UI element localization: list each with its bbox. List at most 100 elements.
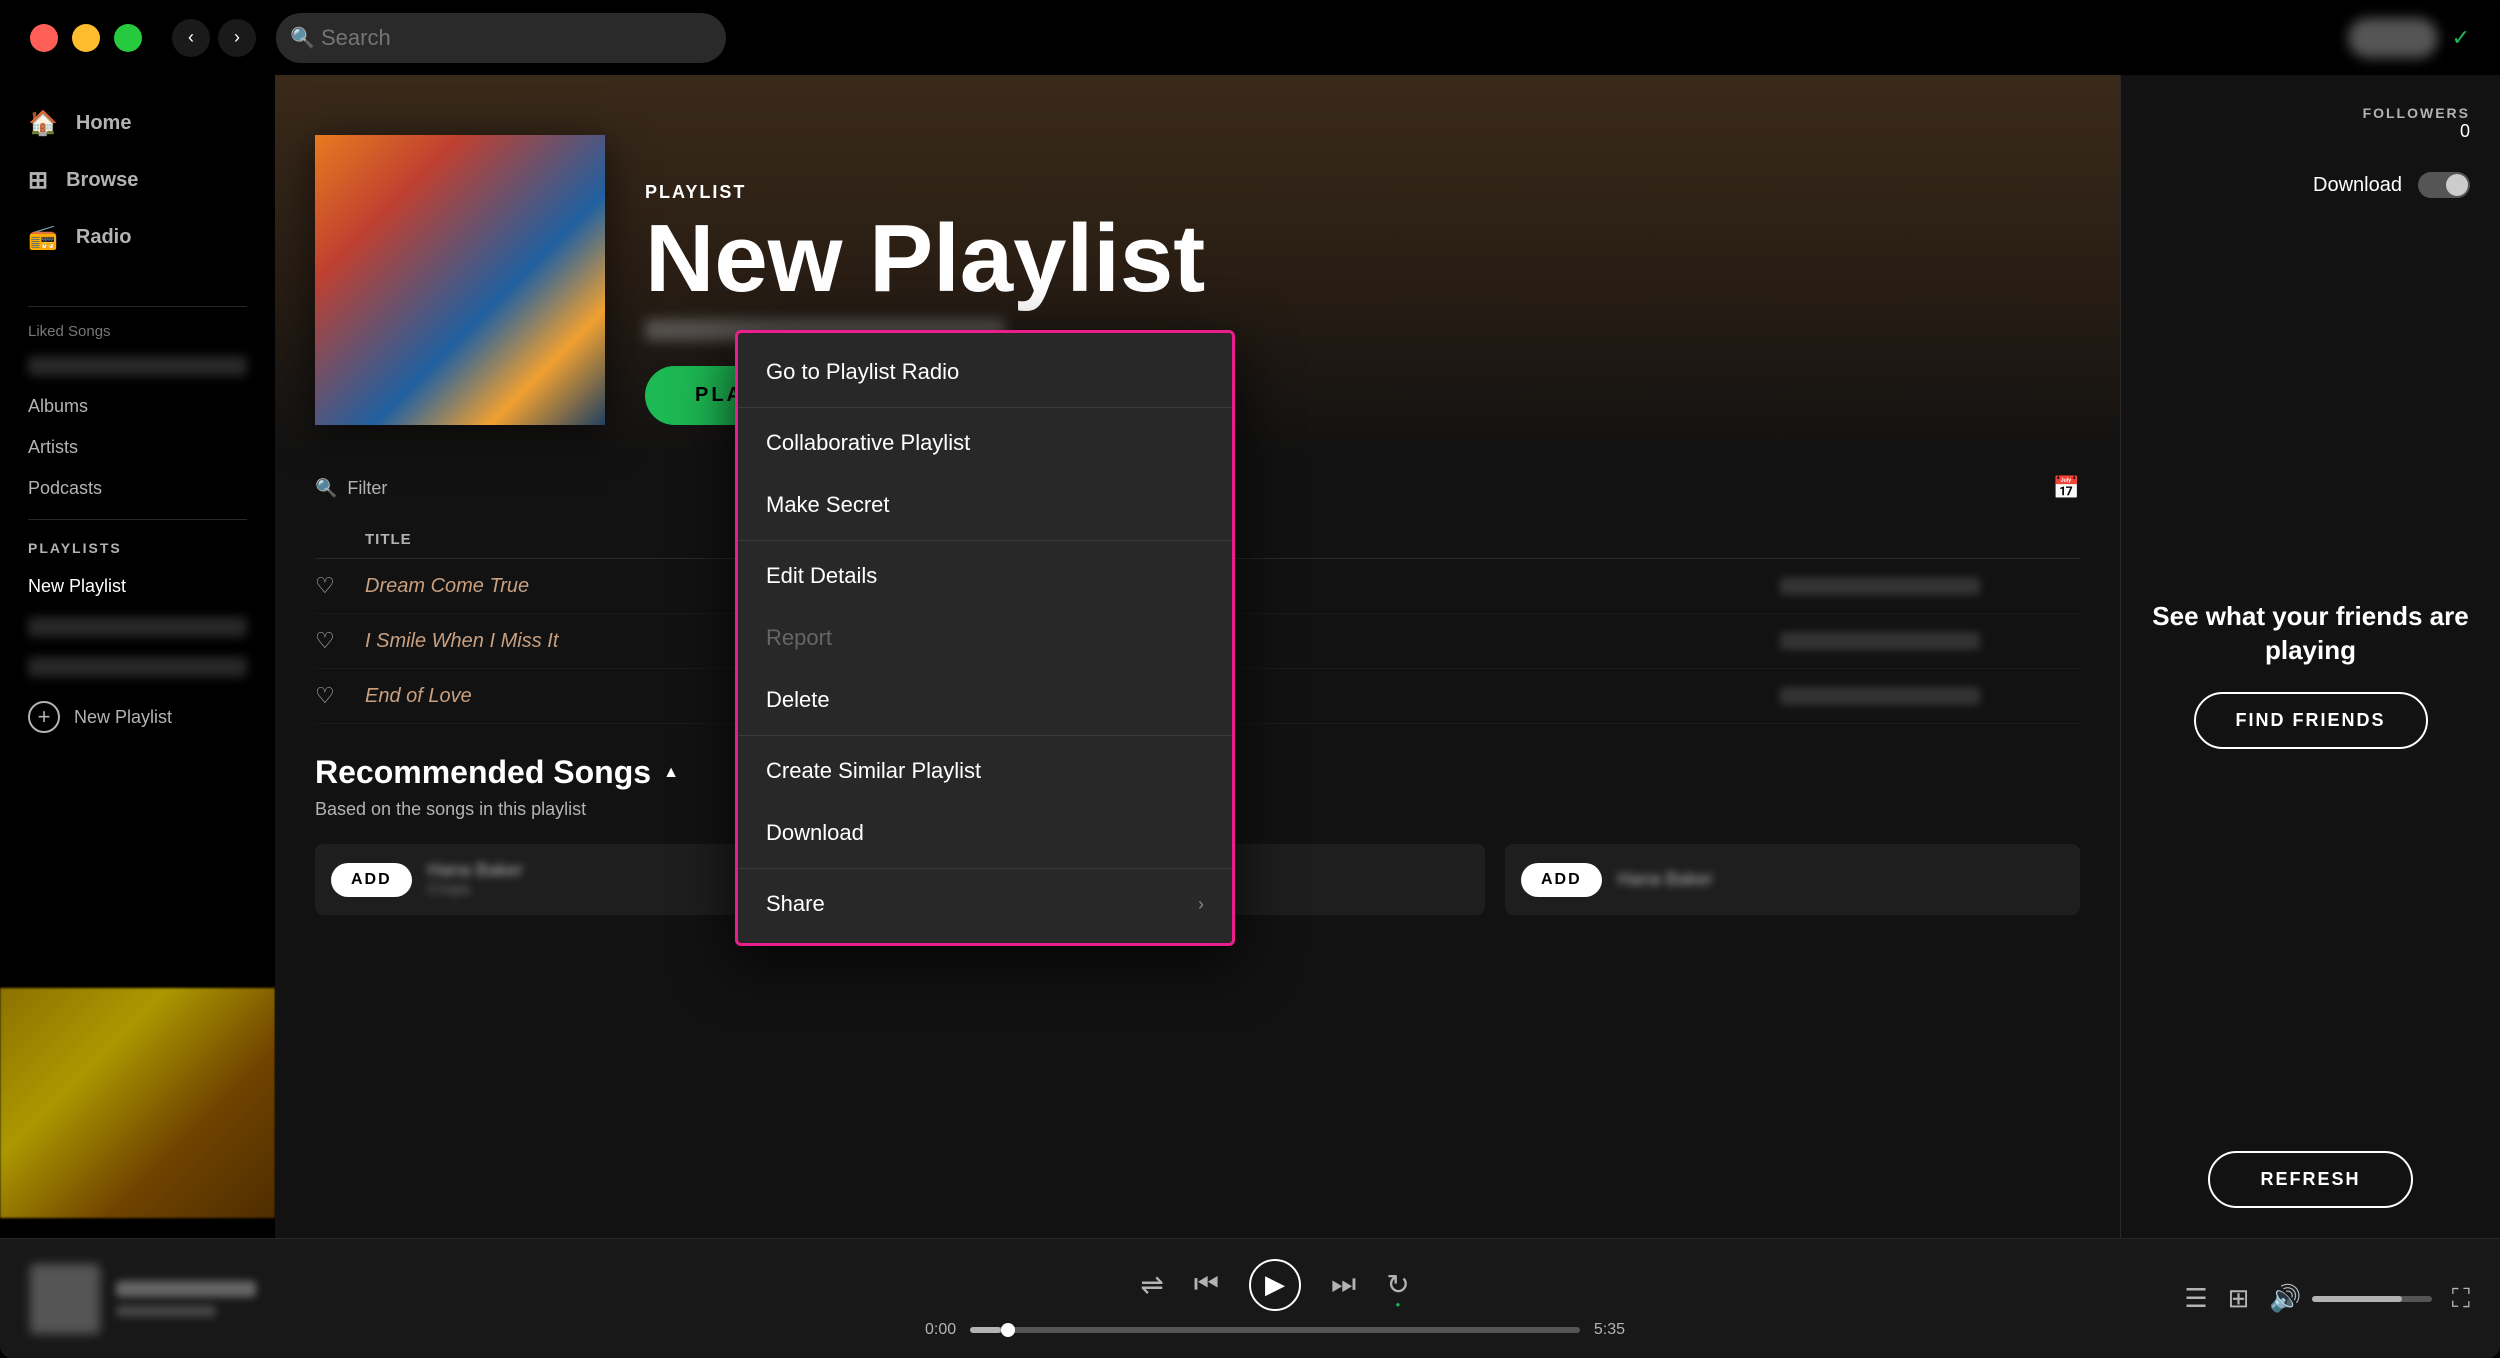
menu-item-download[interactable]: Download <box>738 802 1232 864</box>
previous-button[interactable]: ⏮ <box>1194 1268 1219 1301</box>
radio-icon: 📻 <box>28 223 58 252</box>
user-avatar <box>2348 18 2438 58</box>
track-meta-3 <box>1780 687 1980 705</box>
context-menu: Go to Playlist Radio Collaborative Playl… <box>735 330 1235 946</box>
sidebar-blur-1 <box>28 356 247 376</box>
menu-item-share[interactable]: Share › <box>738 873 1232 935</box>
back-button[interactable]: ‹ <box>172 19 210 57</box>
add-playlist-label: New Playlist <box>74 707 172 728</box>
sidebar-nav: 🏠 Home ⊞ Browse 📻 Radio <box>0 95 275 266</box>
sidebar-item-podcasts[interactable]: Podcasts <box>0 468 275 509</box>
add-song-button-3[interactable]: ADD <box>1521 863 1602 897</box>
search-icon: 🔍 <box>290 25 315 50</box>
traffic-lights <box>30 24 142 52</box>
menu-item-report: Report <box>738 607 1232 669</box>
home-icon: 🏠 <box>28 109 58 138</box>
sidebar-item-albums[interactable]: Albums <box>0 386 275 427</box>
sidebar-browse-label: Browse <box>66 169 138 192</box>
right-panel: FOLLOWERS 0 Download See what your frien… <box>2120 75 2500 1238</box>
download-row: Download <box>2151 172 2470 198</box>
menu-label-delete: Delete <box>766 687 830 713</box>
sidebar-playlist-new[interactable]: New Playlist <box>0 566 275 607</box>
play-pause-button[interactable]: ▶ <box>1249 1259 1301 1311</box>
shuffle-button[interactable]: ⇌ <box>1140 1268 1163 1301</box>
progress-track[interactable] <box>970 1327 1580 1333</box>
filter-icon: 🔍 <box>315 478 337 499</box>
browse-icon: ⊞ <box>28 166 48 195</box>
col-heart <box>315 531 365 548</box>
progress-bar: 0:00 5:35 <box>925 1321 1625 1339</box>
download-label: Download <box>2313 174 2402 197</box>
sidebar-item-radio[interactable]: 📻 Radio <box>0 209 275 266</box>
sidebar-item-home[interactable]: 🏠 Home <box>0 95 275 152</box>
col-duration <box>1980 531 2080 548</box>
menu-divider-3 <box>738 735 1232 736</box>
play-icon: ▶ <box>1265 1269 1285 1300</box>
refresh-btn-area: REFRESH <box>2151 1151 2470 1208</box>
menu-label-go-to-radio: Go to Playlist Radio <box>766 359 959 385</box>
filter-wrapper: 🔍 Filter <box>315 478 387 499</box>
lyrics-button[interactable]: ☰ <box>2184 1283 2207 1314</box>
forward-button[interactable]: › <box>218 19 256 57</box>
sidebar-radio-label: Radio <box>76 226 132 249</box>
sidebar-blur-3 <box>28 657 247 677</box>
volume-fill <box>2312 1296 2402 1302</box>
rec-song-name-1: Hana Baker <box>428 860 523 881</box>
minimize-button[interactable] <box>72 24 100 52</box>
app-window: ‹ › 🔍 ✓ 🏠 Home ⊞ Browse <box>0 0 2500 1358</box>
menu-label-report: Report <box>766 625 832 651</box>
followers-label: FOLLOWERS <box>2151 105 2470 121</box>
share-submenu-icon: › <box>1198 894 1204 915</box>
sidebar-item-browse[interactable]: ⊞ Browse <box>0 152 275 209</box>
menu-divider-4 <box>738 868 1232 869</box>
download-toggle[interactable] <box>2418 172 2470 198</box>
fullscreen-button[interactable]: ⛶ <box>2452 1283 2470 1315</box>
menu-label-make-secret: Make Secret <box>766 492 890 518</box>
sidebar-divider-1 <box>28 306 247 307</box>
track-meta-1 <box>1780 577 1980 595</box>
like-icon-1[interactable]: ♡ <box>315 573 365 599</box>
menu-item-create-similar[interactable]: Create Similar Playlist <box>738 740 1232 802</box>
queue-button[interactable]: ⊞ <box>2228 1283 2250 1314</box>
menu-label-edit-details: Edit Details <box>766 563 877 589</box>
like-icon-2[interactable]: ♡ <box>315 628 365 654</box>
menu-divider-2 <box>738 540 1232 541</box>
search-input[interactable] <box>276 13 726 63</box>
time-current: 0:00 <box>925 1321 956 1339</box>
player-controls: ⇌ ⏮ ▶ ⏭ ↻ 0:00 5:35 <box>430 1259 2120 1339</box>
menu-item-collaborative[interactable]: Collaborative Playlist <box>738 412 1232 474</box>
menu-item-delete[interactable]: Delete <box>738 669 1232 731</box>
time-total: 5:35 <box>1594 1321 1625 1339</box>
sidebar-item-artists[interactable]: Artists <box>0 427 275 468</box>
refresh-button[interactable]: REFRESH <box>2208 1151 2412 1208</box>
maximize-button[interactable] <box>114 24 142 52</box>
add-playlist-button[interactable]: + New Playlist <box>0 687 275 747</box>
sidebar-liked-songs[interactable]: Liked Songs <box>0 317 275 346</box>
friends-section: See what your friends are playing FIND F… <box>2151 228 2470 1121</box>
friends-title: See what your friends are playing <box>2151 600 2470 668</box>
find-friends-button[interactable]: FIND FRIENDS <box>2194 692 2428 749</box>
rec-song-name-3: Hana Baker <box>1618 869 1713 890</box>
add-song-button-1[interactable]: ADD <box>331 863 412 897</box>
nav-arrows: ‹ › <box>172 19 256 57</box>
now-playing <box>30 1264 430 1334</box>
now-playing-art <box>30 1264 100 1334</box>
volume-track[interactable] <box>2312 1296 2432 1302</box>
close-button[interactable] <box>30 24 58 52</box>
repeat-button[interactable]: ↻ <box>1386 1268 1409 1301</box>
volume-icon[interactable]: 🔊 <box>2269 1283 2301 1314</box>
followers-count: 0 <box>2151 121 2470 142</box>
menu-label-download: Download <box>766 820 864 846</box>
next-button[interactable]: ⏭ <box>1331 1268 1356 1301</box>
plus-icon: + <box>28 701 60 733</box>
menu-item-edit-details[interactable]: Edit Details <box>738 545 1232 607</box>
filter-label: Filter <box>347 478 387 499</box>
menu-item-make-secret[interactable]: Make Secret <box>738 474 1232 536</box>
now-playing-artist <box>116 1305 216 1317</box>
menu-item-go-to-radio[interactable]: Go to Playlist Radio <box>738 341 1232 403</box>
calendar-icon: 📅 <box>2053 475 2080 501</box>
player-bar: ⇌ ⏮ ▶ ⏭ ↻ 0:00 5:35 ☰ ⊞ 🔊 <box>0 1238 2500 1358</box>
now-playing-title <box>116 1281 256 1297</box>
like-icon-3[interactable]: ♡ <box>315 683 365 709</box>
user-area: ✓ <box>2348 18 2470 58</box>
